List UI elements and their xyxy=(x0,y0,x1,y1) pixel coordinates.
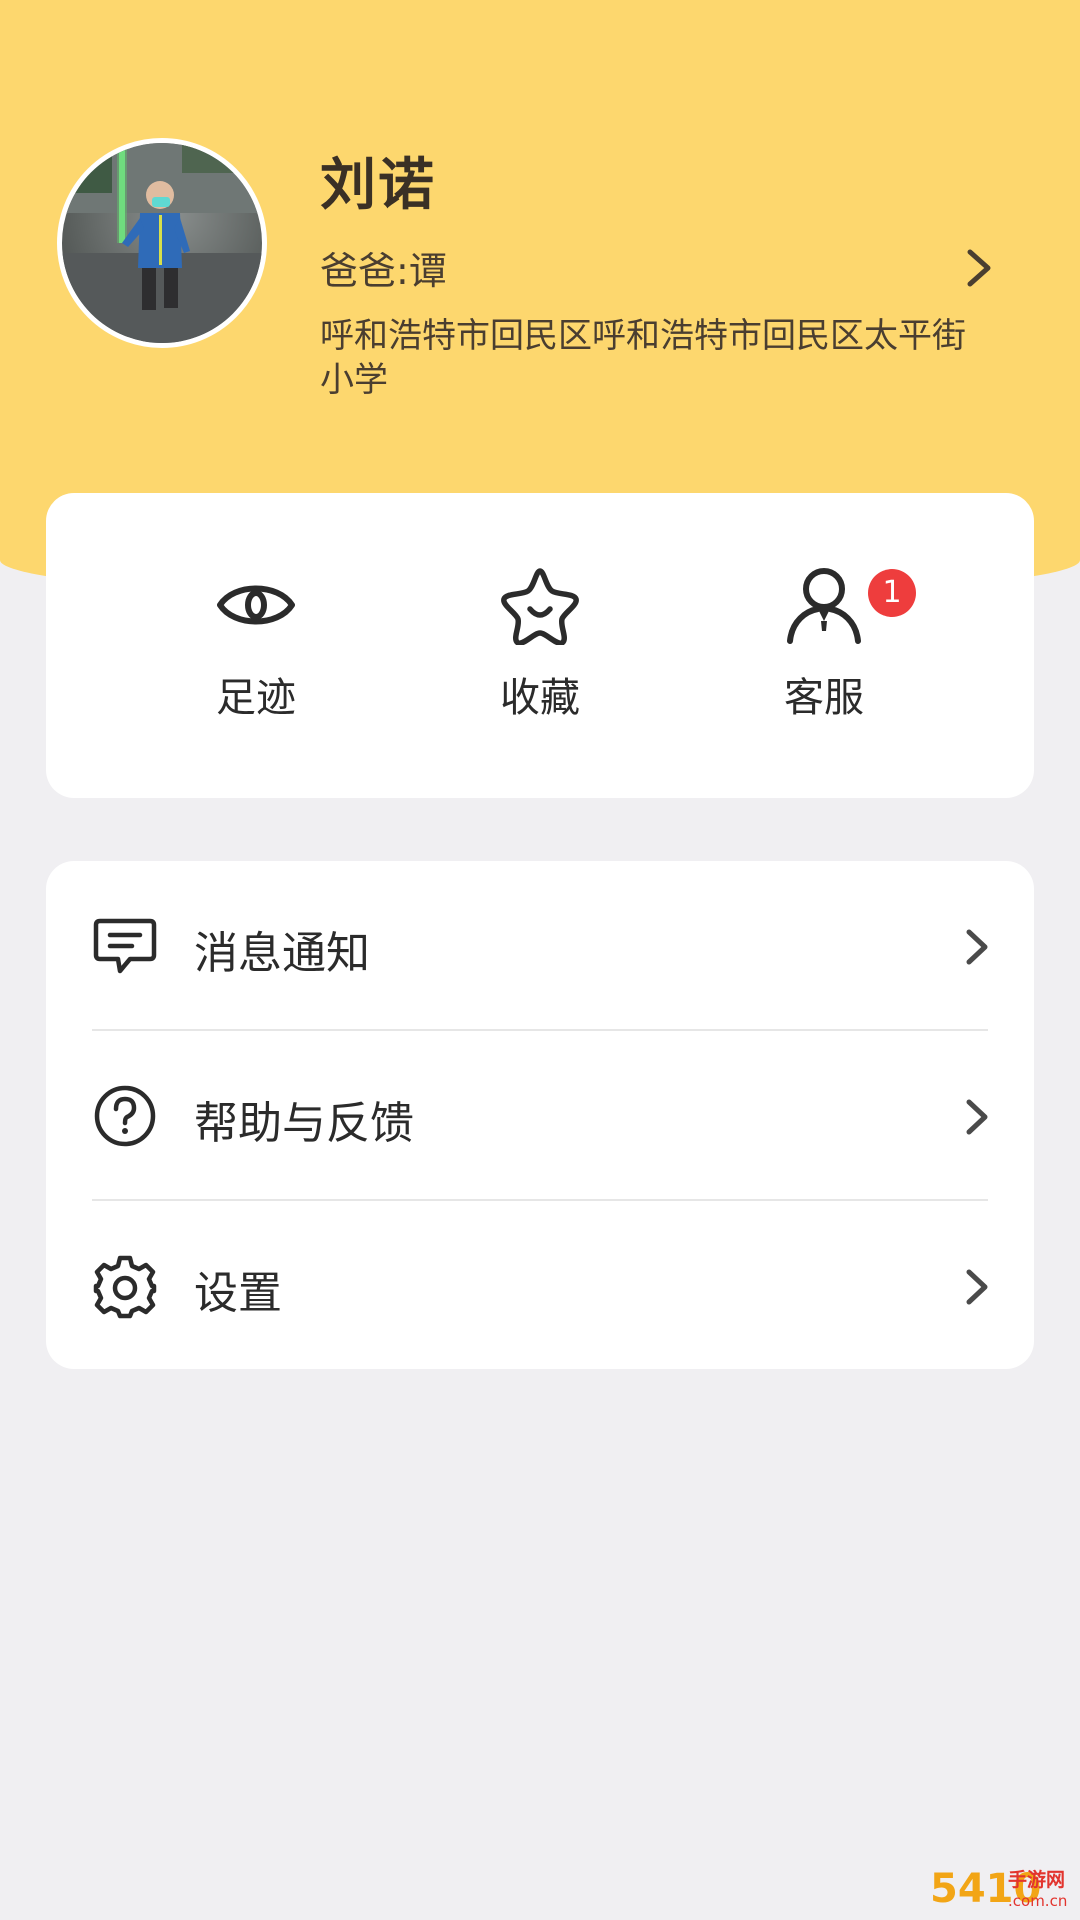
chevron-right-icon[interactable] xyxy=(962,248,998,288)
chevron-right-icon xyxy=(966,929,988,965)
avatar[interactable] xyxy=(57,138,267,348)
quick-action-label: 收藏 xyxy=(500,675,580,721)
quick-action-favorites[interactable]: 收藏 xyxy=(420,493,660,798)
message-icon xyxy=(93,918,157,974)
menu-item-label: 帮助与反馈 xyxy=(194,1098,414,1149)
quick-action-label: 足迹 xyxy=(216,675,296,721)
menu-item-label: 消息通知 xyxy=(194,928,370,979)
student-name: 刘诺 xyxy=(320,153,436,218)
watermark-sub: .com.cn xyxy=(1008,1892,1068,1910)
menu-item-settings[interactable]: 设置 xyxy=(46,1201,1034,1371)
help-icon xyxy=(94,1085,156,1147)
menu-card: 消息通知 帮助与反馈 设置 xyxy=(46,861,1034,1369)
menu-item-help-feedback[interactable]: 帮助与反馈 xyxy=(46,1031,1034,1201)
notification-badge: 1 xyxy=(868,569,916,617)
quick-action-customer-service[interactable]: 1 客服 xyxy=(704,493,944,798)
quick-action-footprints[interactable]: 足迹 xyxy=(136,493,376,798)
star-icon xyxy=(501,568,579,645)
parent-info: 爸爸:谭 xyxy=(320,249,447,293)
profile-header[interactable]: 刘诺 爸爸:谭 呼和浩特市回民区呼和浩特市回民区太平街小学 xyxy=(0,0,1080,470)
gear-icon xyxy=(93,1255,157,1319)
menu-item-notifications[interactable]: 消息通知 xyxy=(46,861,1034,1031)
watermark-text: 手游网 xyxy=(1008,1869,1066,1891)
eye-icon xyxy=(217,585,295,625)
chevron-right-icon xyxy=(966,1269,988,1305)
quick-action-label: 客服 xyxy=(784,675,864,721)
chevron-right-icon xyxy=(966,1099,988,1135)
customer-service-icon xyxy=(787,568,861,644)
avatar-photo xyxy=(62,143,262,343)
quick-actions-card: 足迹 收藏 1 客服 xyxy=(46,493,1034,798)
watermark-logo: 5410 手游网 .com.cn xyxy=(930,1866,1070,1914)
menu-item-label: 设置 xyxy=(194,1268,282,1319)
school-name: 呼和浩特市回民区呼和浩特市回民区太平街小学 xyxy=(320,316,966,400)
